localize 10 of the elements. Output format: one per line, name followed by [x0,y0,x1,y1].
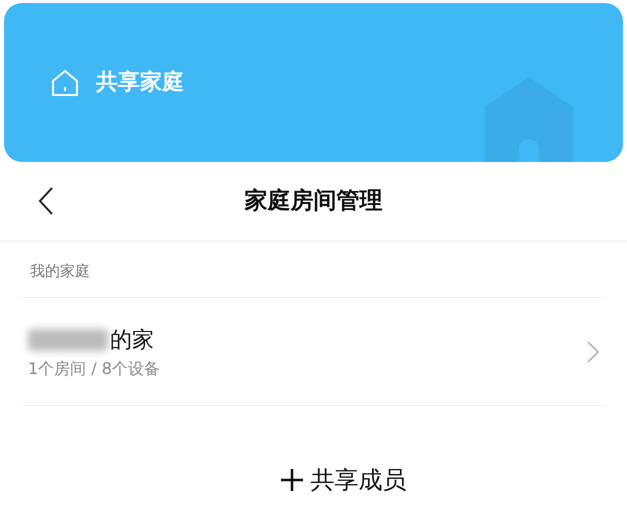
home-row[interactable]: 的家 1个房间 / 8个设备 [0,298,627,404]
share-members-button[interactable]: 共享成员 [280,462,406,498]
banner-title: 共享家庭 [96,68,184,97]
home-icon [50,68,80,98]
home-summary: 1个房间 / 8个设备 [28,358,160,380]
section-label: 我的家庭 [30,262,90,280]
chevron-right-icon [587,341,599,363]
home-name: 的家 [110,326,154,354]
plus-icon [280,468,302,490]
page-title: 家庭房间管理 [244,188,382,214]
